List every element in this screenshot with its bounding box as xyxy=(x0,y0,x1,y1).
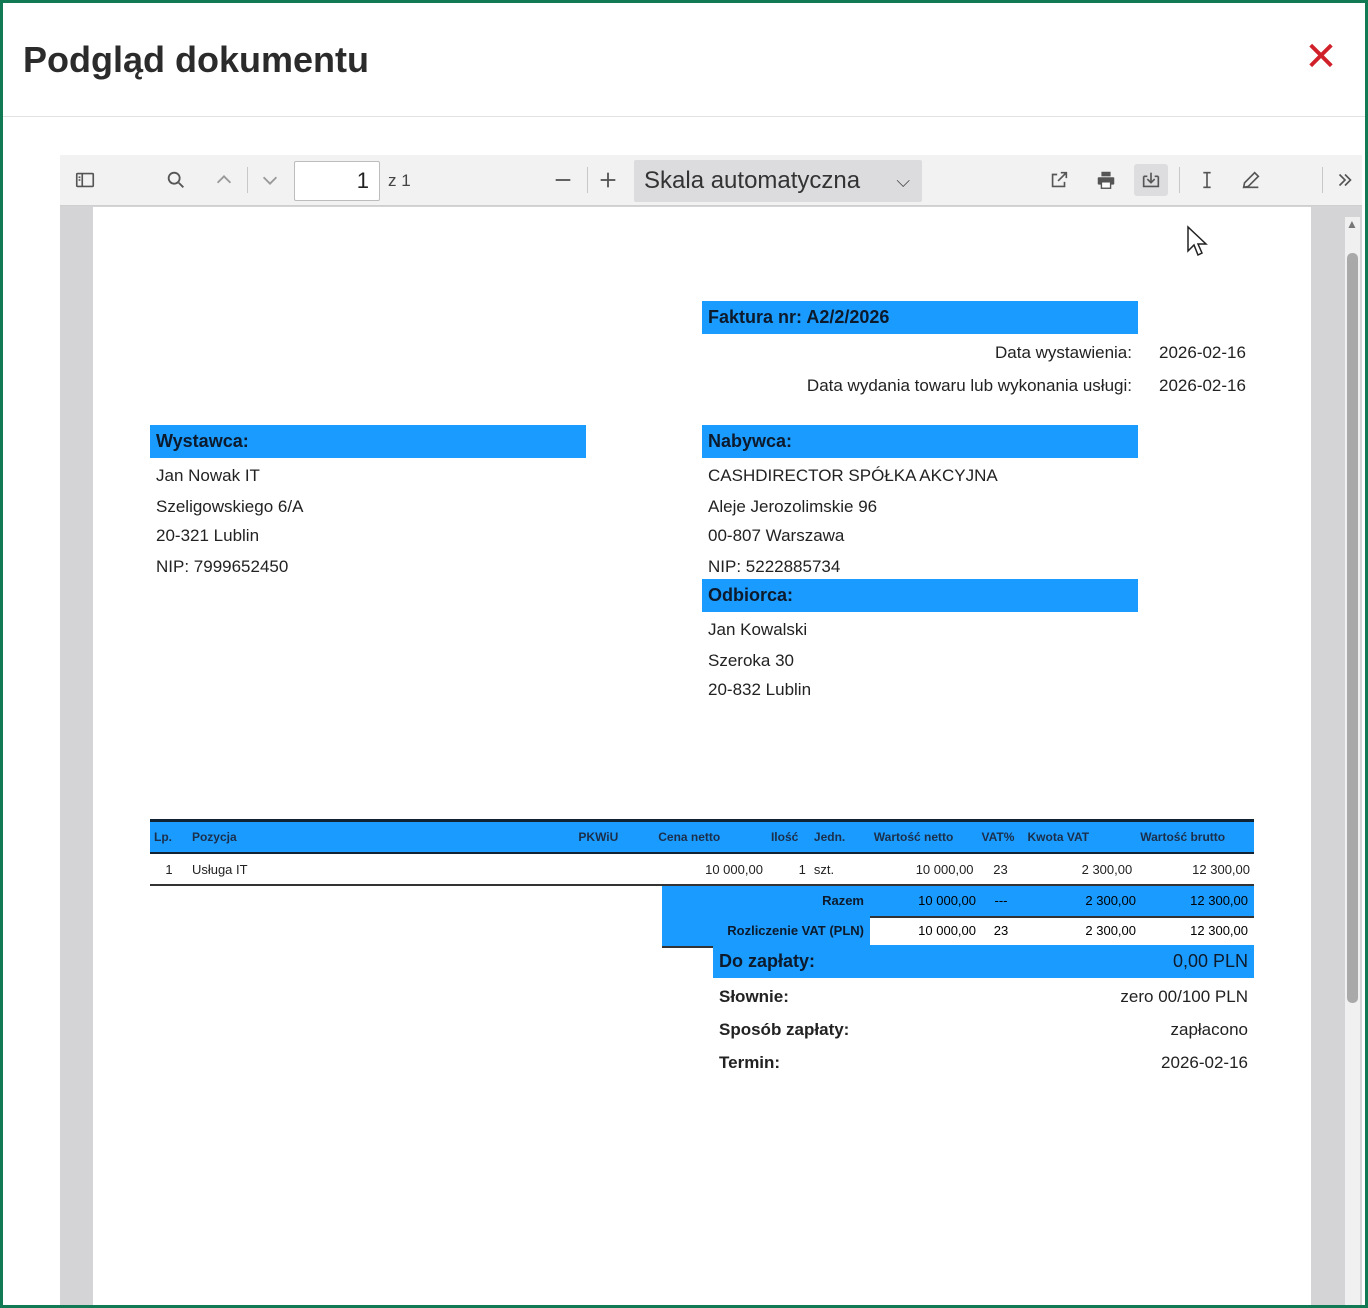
recipient-name: Jan Kowalski xyxy=(708,620,808,639)
vat-settlement-row: Rozliczenie VAT (PLN) 10 000,00 23 2 300… xyxy=(662,916,1254,948)
seller-nip: NIP: 7999652450 xyxy=(156,557,289,576)
page-number-input[interactable] xyxy=(294,161,380,201)
col-wartosc-brutto: Wartość brutto xyxy=(1136,819,1254,854)
total-netto: 10 000,00 xyxy=(870,886,980,916)
zoom-scale-value: Skala automatyczna xyxy=(644,167,861,194)
amount-due-value: 0,00 PLN xyxy=(1172,951,1248,971)
col-wartosc-netto: Wartość netto xyxy=(869,819,978,854)
sidebar-toggle-icon[interactable] xyxy=(68,164,102,196)
scrollbar-thumb[interactable] xyxy=(1347,253,1358,1003)
print-icon[interactable] xyxy=(1089,164,1123,196)
pdf-page: Faktura nr: A2/2/2026 Data wystawienia: … xyxy=(93,207,1311,1305)
delivery-date-value: 2026-02-16 xyxy=(1159,376,1246,395)
buyer-header: Nabywca: xyxy=(702,425,1138,458)
col-pozycja: Pozycja xyxy=(187,819,575,854)
buyer-name: CASHDIRECTOR SPÓŁKA AKCYJNA xyxy=(708,466,998,485)
document-preview-modal: Podgląd dokumentu ✕ z 1 xyxy=(0,0,1368,1308)
zoom-in-icon[interactable] xyxy=(591,164,625,196)
cell-pozycja: Usługa IT xyxy=(191,861,248,877)
scroll-up-icon[interactable]: ▲ xyxy=(1346,217,1358,231)
cell-ilosc: 1 xyxy=(798,861,806,877)
pdf-viewer: z 1 Skala automatyczna ⌵ xyxy=(60,155,1362,1305)
words-value: zero 00/100 PLN xyxy=(1120,987,1248,1006)
modal-title: Podgląd dokumentu xyxy=(23,39,369,80)
seller-name: Jan Nowak IT xyxy=(156,466,260,485)
seller-street: Szeligowskiego 6/A xyxy=(156,497,304,516)
more-tools-icon[interactable] xyxy=(1328,164,1362,196)
modal-header: Podgląd dokumentu ✕ xyxy=(3,3,1365,117)
col-lp: Lp. xyxy=(150,819,188,854)
open-external-icon[interactable] xyxy=(1042,164,1076,196)
cell-cena-netto: 10 000,00 xyxy=(705,861,763,877)
col-pkwiu: PKWiU xyxy=(574,819,655,854)
vertical-scrollbar[interactable]: ▲ xyxy=(1345,217,1360,1305)
amount-due-label: Do zapłaty: xyxy=(719,951,816,971)
col-vat-pct: VAT% xyxy=(977,819,1024,854)
words-label: Słownie: xyxy=(719,987,789,1006)
cell-lp: 1 xyxy=(165,861,173,877)
close-icon[interactable]: ✕ xyxy=(1301,37,1341,77)
buyer-nip: NIP: 5222885734 xyxy=(708,557,841,576)
toolbar-separator xyxy=(1322,167,1323,193)
amount-due-bar: Do zapłaty: 0,00 PLN xyxy=(713,945,1254,978)
seller-header: Wystawca: xyxy=(150,425,586,458)
col-jedn: Jedn. xyxy=(809,819,870,854)
cell-wartosc-brutto: 12 300,00 xyxy=(1192,861,1250,877)
col-cena-netto: Cena netto xyxy=(654,819,767,854)
previous-page-icon[interactable] xyxy=(207,164,241,196)
vat-settlement-netto: 10 000,00 xyxy=(918,923,976,938)
seller-city: 20-321 Lublin xyxy=(156,526,260,545)
toolbar-separator xyxy=(587,167,588,193)
invoice-number: Faktura nr: A2/2/2026 xyxy=(702,301,1138,334)
buyer-city: 00-807 Warszawa xyxy=(708,526,845,545)
next-page-icon[interactable] xyxy=(253,164,287,196)
mouse-cursor-icon xyxy=(1187,225,1208,257)
col-ilosc: Ilość xyxy=(766,819,810,854)
cell-pkwiu xyxy=(574,853,654,885)
total-vat: 2 300,00 xyxy=(1022,886,1140,916)
vat-settlement-brutto: 12 300,00 xyxy=(1190,923,1248,938)
buyer-street: Aleje Jerozolimskie 96 xyxy=(708,497,878,516)
recipient-street: Szeroka 30 xyxy=(708,651,794,670)
cell-vat-pct: 23 xyxy=(993,861,1008,877)
items-table: Lp. Pozycja PKWiU Cena netto Ilość Jedn.… xyxy=(150,819,1254,886)
payment-term-value: 2026-02-16 xyxy=(1161,1053,1248,1072)
zoom-out-icon[interactable] xyxy=(546,164,580,196)
cell-wartosc-netto: 10 000,00 xyxy=(915,861,974,877)
issue-date-label: Data wystawienia: xyxy=(994,343,1132,362)
recipient-city: 20-832 Lublin xyxy=(708,680,812,699)
total-row: Razem 10 000,00 --- 2 300,00 12 300,00 xyxy=(662,884,1254,918)
download-icon[interactable] xyxy=(1134,164,1168,196)
payment-method-label: Sposób zapłaty: xyxy=(719,1020,850,1039)
cell-jedn: szt. xyxy=(813,861,835,877)
text-select-icon[interactable] xyxy=(1190,164,1224,196)
toolbar-separator xyxy=(247,167,248,193)
total-brutto: 12 300,00 xyxy=(1140,886,1254,916)
total-vat-pct: --- xyxy=(980,886,1022,916)
toolbar-separator xyxy=(1179,167,1180,193)
delivery-date-label: Data wydania towaru lub wykonania usługi… xyxy=(806,376,1132,395)
vat-settlement-label: Rozliczenie VAT (PLN) xyxy=(662,916,870,946)
zoom-scale-select[interactable]: Skala automatyczna ⌵ xyxy=(634,160,922,202)
col-kwota-vat: Kwota VAT xyxy=(1023,819,1137,854)
pdf-toolbar: z 1 Skala automatyczna ⌵ xyxy=(60,155,1362,206)
cell-kwota-vat: 2 300,00 xyxy=(1081,861,1133,877)
chevron-down-icon: ⌵ xyxy=(896,171,910,191)
table-header-row: Lp. Pozycja PKWiU Cena netto Ilość Jedn.… xyxy=(150,819,1254,854)
payment-term-label: Termin: xyxy=(719,1053,781,1072)
draw-pencil-icon[interactable] xyxy=(1234,164,1268,196)
recipient-header: Odbiorca: xyxy=(702,579,1138,612)
issue-date-value: 2026-02-16 xyxy=(1159,343,1246,362)
payment-method-value: zapłacono xyxy=(1170,1020,1248,1039)
search-icon[interactable] xyxy=(159,164,193,196)
total-label: Razem xyxy=(662,886,870,916)
vat-settlement-vat-pct: 23 xyxy=(993,923,1009,938)
table-row: 1 Usługa IT 10 000,00 1 szt. 10 000,00 2… xyxy=(150,853,1254,885)
vat-settlement-vat: 2 300,00 xyxy=(1085,923,1136,938)
page-count: z 1 xyxy=(388,171,411,190)
